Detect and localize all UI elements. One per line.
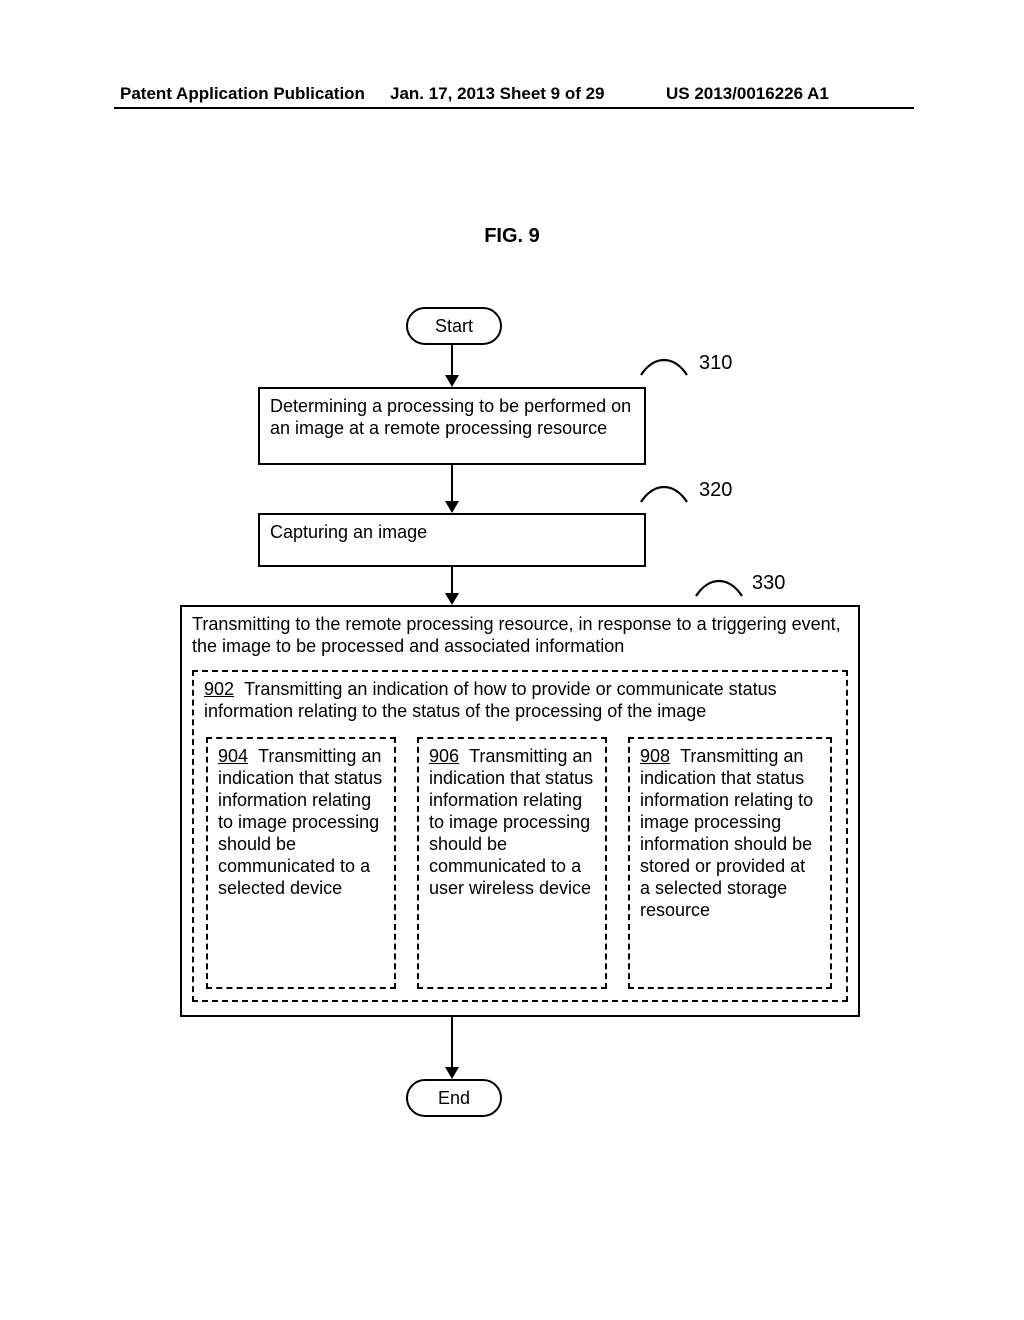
header-rule [114, 107, 914, 109]
box-310: Determining a processing to be performed… [258, 387, 646, 465]
box-906: 906 Transmitting an indication that stat… [417, 737, 607, 989]
ref-310: 310 [699, 352, 732, 375]
end-terminal: End [406, 1079, 502, 1117]
arrow-320-330 [451, 567, 453, 593]
ref-908: 908 [640, 746, 670, 766]
arrow-start-310 [451, 345, 453, 375]
figure-title: FIG. 9 [0, 225, 1024, 248]
box-904-text: Transmitting an indication that status i… [218, 746, 382, 898]
arrowhead-330-end [445, 1067, 459, 1079]
ref-902: 902 [204, 679, 234, 699]
start-terminal: Start [406, 307, 502, 345]
swoosh-330 [694, 576, 744, 598]
header-left: Patent Application Publication [120, 84, 365, 104]
end-label: End [438, 1088, 470, 1108]
page: Patent Application Publication Jan. 17, … [0, 0, 1024, 1320]
box-904: 904 Transmitting an indication that stat… [206, 737, 396, 989]
arrow-310-320 [451, 465, 453, 501]
header-center: Jan. 17, 2013 Sheet 9 of 29 [390, 84, 605, 104]
box-320-text: Capturing an image [270, 522, 427, 542]
ref-906: 906 [429, 746, 459, 766]
swoosh-320 [639, 482, 689, 504]
ref-320: 320 [699, 479, 732, 502]
box-330-text: Transmitting to the remote processing re… [192, 614, 841, 656]
box-902-text: Transmitting an indication of how to pro… [204, 679, 777, 721]
arrowhead-320-330 [445, 593, 459, 605]
box-908: 908 Transmitting an indication that stat… [628, 737, 832, 989]
arrowhead-310-320 [445, 501, 459, 513]
box-908-text: Transmitting an indication that status i… [640, 746, 813, 920]
arrow-330-end [451, 1017, 453, 1067]
box-906-text: Transmitting an indication that status i… [429, 746, 593, 898]
ref-330: 330 [752, 572, 785, 595]
ref-904: 904 [218, 746, 248, 766]
header-right: US 2013/0016226 A1 [666, 84, 829, 104]
arrowhead-start-310 [445, 375, 459, 387]
box-310-text: Determining a processing to be performed… [270, 396, 631, 438]
swoosh-310 [639, 355, 689, 377]
start-label: Start [435, 316, 473, 336]
box-320: Capturing an image [258, 513, 646, 567]
